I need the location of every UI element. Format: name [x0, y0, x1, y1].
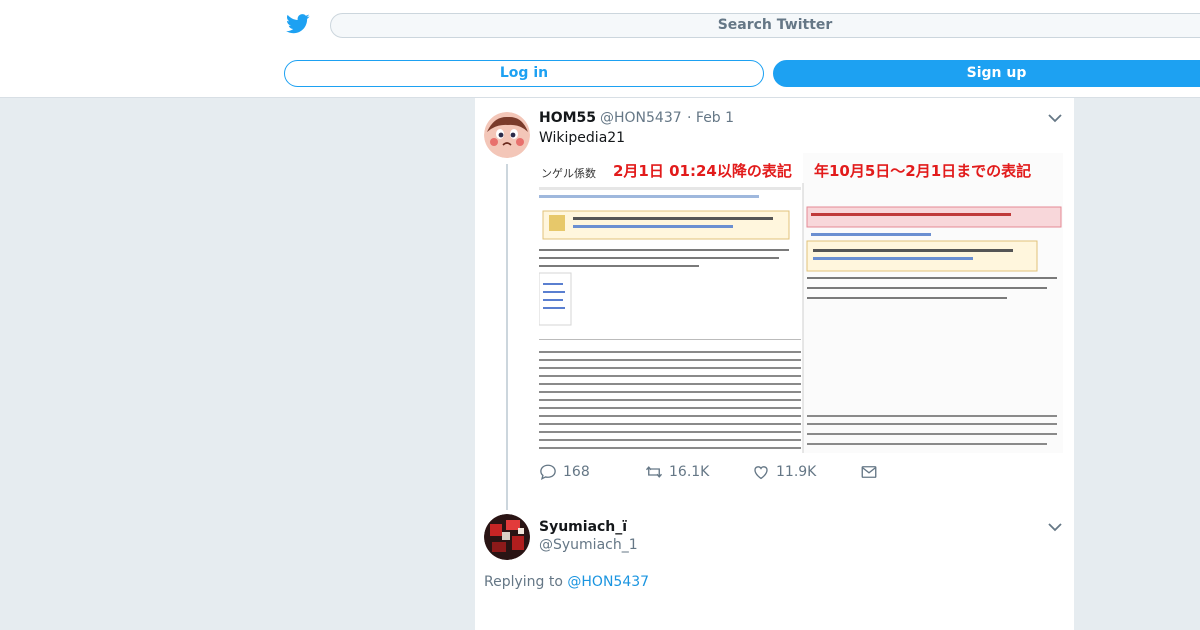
tweet-author-handle[interactable]: @HON5437 — [600, 110, 682, 126]
replying-to: Replying to @HON5437 — [484, 574, 649, 590]
replying-to-link[interactable]: @HON5437 — [567, 574, 649, 590]
twitter-bird-icon[interactable] — [286, 13, 310, 35]
wiki-comparison-image: ンゲル係数 2月1日 01:24以降の表記 年10月5日〜2月1日までの表記 — [539, 153, 1063, 453]
tweet-media-image[interactable]: ンゲル係数 2月1日 01:24以降の表記 年10月5日〜2月1日までの表記 — [539, 153, 1063, 453]
like-count: 11.9K — [776, 464, 817, 480]
media-header-right: 年10月5日〜2月1日までの表記 — [814, 162, 1031, 180]
signup-button[interactable]: Sign up — [773, 60, 1200, 87]
retweet-action[interactable]: 16.1K — [645, 462, 709, 482]
tweet-text: Wikipedia21 — [539, 130, 626, 146]
tweet-date[interactable]: · Feb 1 — [687, 110, 734, 126]
media-page-title: ンゲル係数 — [541, 167, 596, 180]
avatar-face-icon — [484, 112, 530, 158]
search-input[interactable]: Search Twitter — [330, 13, 1200, 38]
thread-line — [506, 164, 508, 510]
top-bar: Search Twitter Log in Sign up — [0, 0, 1200, 98]
login-button[interactable]: Log in — [284, 60, 764, 87]
envelope-icon — [861, 466, 877, 478]
retweet-icon — [645, 466, 663, 478]
reply-action[interactable]: 168 — [539, 462, 590, 482]
chevron-down-icon[interactable] — [1048, 522, 1062, 532]
reply-author-name[interactable]: Syumiach_ï — [539, 519, 627, 535]
reply-author-handle[interactable]: @Syumiach_1 — [539, 537, 638, 553]
reply-icon — [540, 464, 556, 481]
direct-message-action[interactable] — [860, 462, 878, 482]
tweet-author-name[interactable]: HOM55 — [539, 110, 596, 126]
avatar[interactable] — [484, 112, 530, 158]
search-placeholder: Search Twitter — [717, 17, 833, 33]
avatar[interactable] — [484, 514, 530, 560]
heart-icon — [754, 466, 768, 480]
like-action[interactable]: 11.9K — [752, 462, 816, 482]
reply-count: 168 — [563, 464, 590, 480]
chevron-down-icon[interactable] — [1048, 113, 1062, 123]
media-header-left: 2月1日 01:24以降の表記 — [613, 162, 792, 180]
replying-to-prefix: Replying to — [484, 574, 563, 590]
avatar-photo-icon — [484, 514, 530, 560]
retweet-count: 16.1K — [669, 464, 710, 480]
